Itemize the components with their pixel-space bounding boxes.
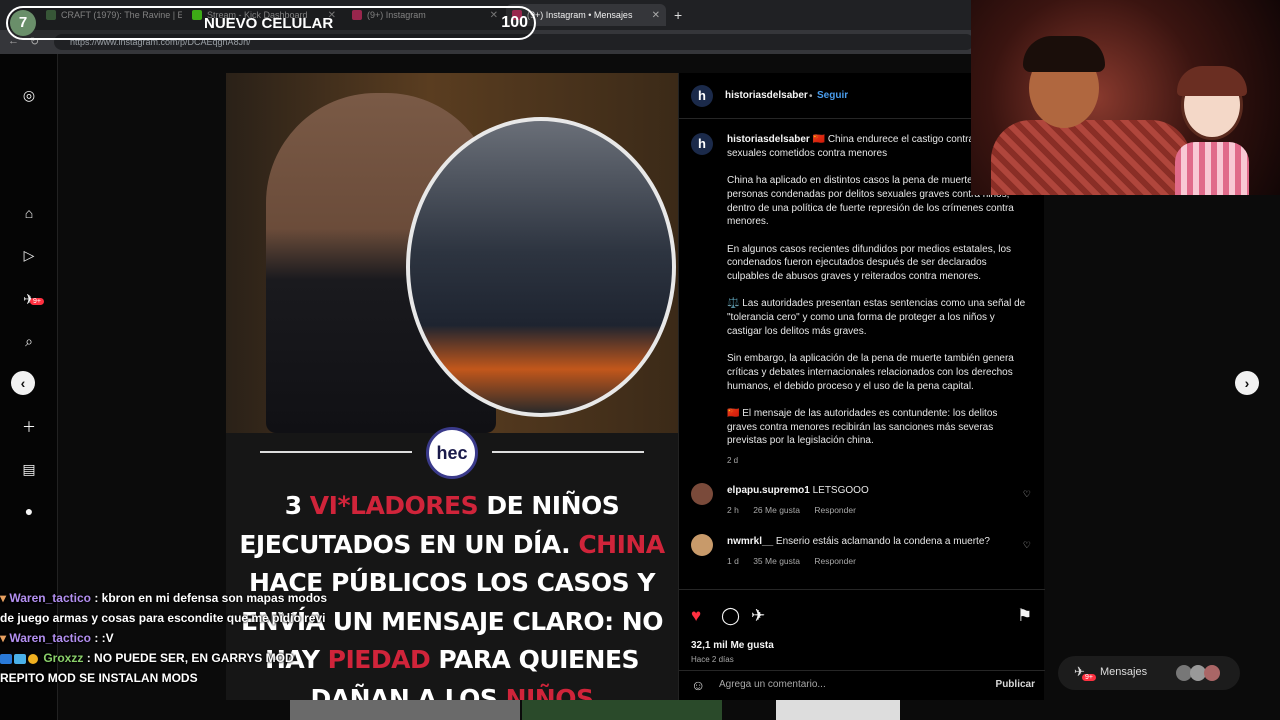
- comment-time: 2 h: [727, 505, 739, 515]
- chat-badge-icon: [14, 653, 26, 664]
- create-icon[interactable]: ＋: [20, 418, 38, 436]
- profile-avatar-icon[interactable]: ●: [20, 502, 38, 520]
- reply-button[interactable]: Responder: [814, 556, 856, 566]
- like-heart-icon[interactable]: ♥: [691, 606, 701, 626]
- search-icon[interactable]: ⌕: [20, 332, 38, 350]
- comment-meta: 1 d 35 Me gusta Responder: [727, 556, 868, 566]
- dashboard-icon[interactable]: ▤: [20, 460, 38, 478]
- comment-likes[interactable]: 35 Me gusta: [753, 556, 800, 566]
- caption-paragraph: 🇨🇳 El mensaje de las autoridades es cont…: [727, 407, 998, 447]
- photo-inset-circle: [406, 117, 676, 417]
- comment-likes[interactable]: 26 Me gusta: [753, 505, 800, 515]
- screen: CRAFT (1979): The Ravine | Episo ✕ Strea…: [0, 0, 1280, 720]
- commenter-avatar[interactable]: [691, 483, 713, 505]
- vtuber-avatar: [1171, 66, 1251, 195]
- comment-meta: 2 h 26 Me gusta Responder: [727, 505, 868, 515]
- stream-goal-overlay: 7 NUEVO CELULAR 100: [6, 6, 536, 40]
- comment-body: elpapu.supremo1 LETSGOOO: [727, 485, 869, 496]
- photo-area: [226, 73, 678, 433]
- chat-username: Waren_tactico: [9, 591, 91, 605]
- goal-title: NUEVO CELULAR: [204, 15, 334, 32]
- chat-username: Groxzz: [43, 651, 84, 665]
- chat-text: : :V: [94, 631, 114, 645]
- comment: elpapu.supremo1 LETSGOOO 2 h 26 Me gusta…: [691, 483, 1031, 523]
- goal-target-count: 100: [501, 14, 528, 31]
- comment-text: Enserio estáis aclamando la condena a mu…: [775, 536, 990, 547]
- streamer-shirt: [991, 120, 1191, 195]
- headline-emphasis: PIEDAD: [327, 645, 431, 674]
- taskbar-thumb: [290, 700, 520, 720]
- divider: [260, 451, 412, 453]
- commenter-username[interactable]: nwmrkl__: [727, 536, 773, 547]
- headline-emphasis: NIÑOS: [505, 683, 594, 701]
- caption-author-avatar[interactable]: h: [691, 133, 713, 155]
- headline-emphasis: VI*LADORES: [309, 491, 479, 520]
- caption-paragraph: Sin embargo, la aplicación de la pena de…: [727, 353, 1014, 392]
- messages-badge: 9+: [1082, 674, 1096, 681]
- share-icon[interactable]: ✈: [751, 606, 765, 626]
- caption-paragraph: En algunos casos recientes difundidos po…: [727, 243, 1012, 282]
- commenter-username[interactable]: elpapu.supremo1: [727, 485, 810, 496]
- stream-chat-overlay: ▾ Waren_tactico : kbron en mi defensa so…: [0, 588, 330, 688]
- close-icon[interactable]: ✕: [652, 10, 660, 21]
- vtuber-hair: [1177, 66, 1247, 96]
- comment-input[interactable]: Agrega un comentario...: [719, 679, 826, 690]
- caption-time: 2 d: [727, 456, 739, 466]
- next-post-arrow-icon[interactable]: ›: [1235, 371, 1259, 395]
- previous-post-arrow-icon[interactable]: ‹: [11, 371, 35, 395]
- tab-label: (9+) Instagram • Mensajes: [527, 10, 633, 20]
- chat-badge-icon: [28, 653, 38, 664]
- caption-author[interactable]: historiasdelsaber: [727, 134, 810, 145]
- contact-avatar: [1204, 665, 1220, 681]
- home-icon[interactable]: ⌂: [20, 204, 38, 222]
- messages-label: Mensajes: [1100, 666, 1148, 678]
- chat-badge-icon: ▾: [0, 591, 7, 605]
- like-count[interactable]: 32,1 mil Me gusta: [691, 640, 774, 651]
- instagram-logo-icon[interactable]: ◎: [20, 86, 38, 104]
- streamer-hair: [1023, 36, 1105, 72]
- caption-paragraph: ⚖️ Las autoridades presentan estas sente…: [727, 298, 1026, 337]
- headline-emphasis: CHINA: [578, 529, 665, 559]
- emoji-icon[interactable]: ☺: [691, 677, 705, 693]
- chat-username: Waren_tactico: [9, 631, 91, 645]
- chat-message: Groxzz : NO PUEDE SER, EN GARRYS MOD REP…: [0, 648, 330, 688]
- post-actions: ♥ ◯ ✈ ⚑ 32,1 mil Me gusta Hace 2 días ☺ …: [679, 589, 1045, 699]
- divider: [492, 451, 644, 453]
- add-comment-row: ☺ Agrega un comentario... Publicar: [679, 670, 1045, 700]
- taskbar-strip: [290, 700, 910, 720]
- new-tab-icon[interactable]: +: [668, 4, 688, 26]
- comment-icon[interactable]: ◯: [721, 606, 740, 626]
- vtuber-body: [1175, 142, 1249, 195]
- comment: nwmrkl__ Enserio estáis aclamando la con…: [691, 534, 1031, 574]
- comment-text: LETSGOOO: [812, 485, 869, 496]
- post-age: Hace 2 días: [691, 655, 734, 664]
- taskbar-thumb: [776, 700, 900, 720]
- webcam-feed: [971, 0, 1280, 195]
- reels-icon[interactable]: ▷: [20, 246, 38, 264]
- taskbar-thumb: [522, 700, 722, 720]
- comment-time: 1 d: [727, 556, 739, 566]
- messages-pill[interactable]: ✈ 9+ Mensajes: [1058, 656, 1240, 690]
- heart-icon[interactable]: ♡: [1023, 489, 1031, 500]
- notification-badge: 9+: [30, 298, 44, 305]
- author-avatar[interactable]: h: [691, 85, 713, 107]
- hec-logo: hec: [426, 427, 478, 479]
- chat-message: ▾ Waren_tactico : kbron en mi defensa so…: [0, 588, 330, 628]
- publish-button[interactable]: Publicar: [996, 679, 1035, 690]
- comment-body: nwmrkl__ Enserio estáis aclamando la con…: [727, 536, 990, 547]
- commenter-avatar[interactable]: [691, 534, 713, 556]
- reply-button[interactable]: Responder: [814, 505, 856, 515]
- follow-button[interactable]: Seguir: [817, 90, 848, 101]
- goal-current-count: 7: [10, 10, 36, 36]
- author-username[interactable]: historiasdelsaber: [725, 90, 808, 101]
- chat-badge-icon: [0, 653, 12, 664]
- heart-icon[interactable]: ♡: [1023, 540, 1031, 551]
- bookmark-icon[interactable]: ⚑: [1017, 606, 1032, 626]
- headline-text: 3: [284, 491, 310, 520]
- chat-badge-icon: ▾: [0, 631, 7, 645]
- chat-message: ▾ Waren_tactico : :V: [0, 628, 330, 648]
- follow-separator: •: [809, 91, 813, 102]
